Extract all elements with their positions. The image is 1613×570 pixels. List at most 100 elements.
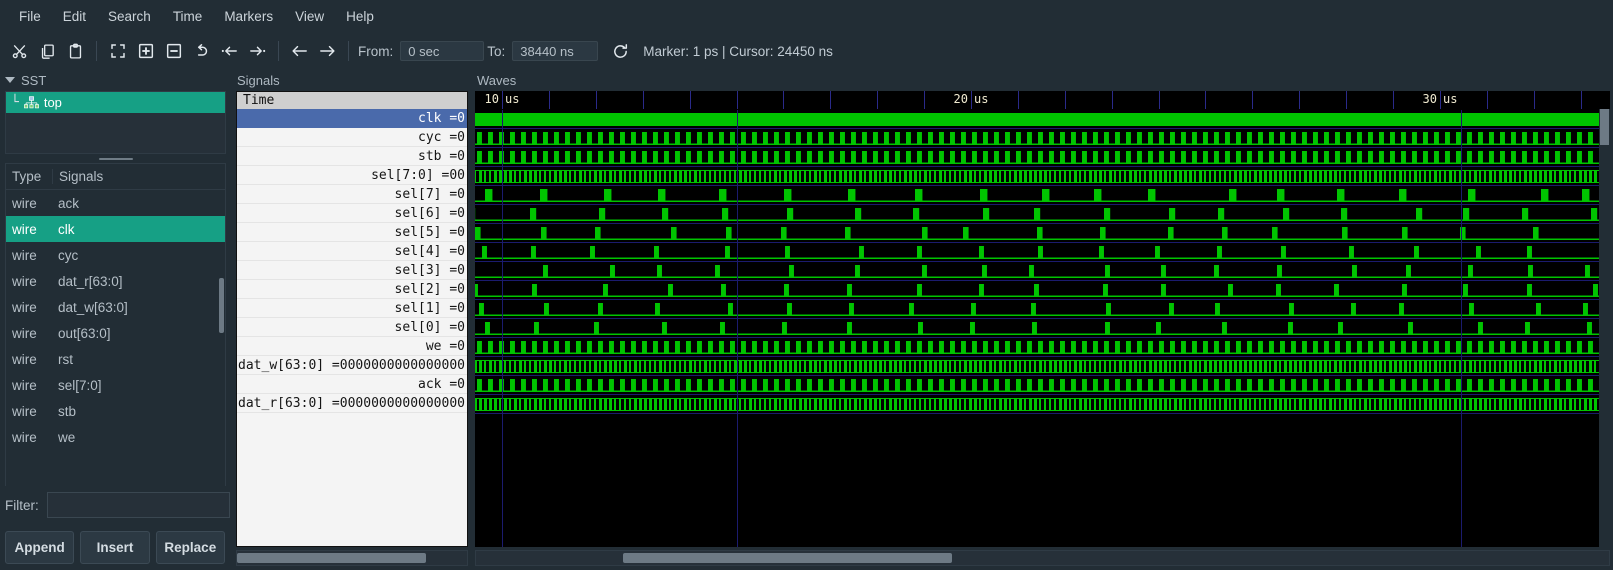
waves-container: 10 us 20 us 30 us [475,91,1610,547]
ruler-tick [830,91,831,109]
signal-list-vscrollbar[interactable] [219,278,224,333]
signals-pane-title: Signals [237,72,280,88]
ruler-tick [1112,91,1113,109]
menu-item-file[interactable]: File [8,5,52,28]
signal-type: wire [12,351,37,367]
names-hscrollbar[interactable] [236,550,468,566]
paste-button[interactable] [62,38,89,65]
signal-name: clk [58,221,75,237]
reload-button[interactable] [607,38,634,65]
waveform-row[interactable] [475,243,1610,262]
waveform-trace-sel[4] [475,246,1605,259]
waveform-row[interactable] [475,281,1610,300]
waveform-trace-sel[7:0] [475,170,1605,183]
signal-name-row[interactable]: sel[4] =0 [237,242,467,261]
next-edge-button[interactable] [314,38,341,65]
names-hscrollbar-thumb[interactable] [237,553,426,563]
waveform-row[interactable] [475,300,1610,319]
signal-names-pane: Signals Time clk =0 cyc =0 stb =0 sel[7:0] … [232,69,472,570]
waves-hscrollbar-thumb[interactable] [623,553,952,563]
waveform-row[interactable] [475,319,1610,338]
signal-list-row[interactable]: wire ack [6,190,225,216]
signal-name-row[interactable]: dat_w[63:0] =0000000000000000 [237,356,467,375]
marker-line-b[interactable] [737,110,738,547]
toolbar-divider-3 [348,41,349,61]
zoom-in-button[interactable] [132,38,159,65]
waveform-row[interactable] [475,167,1610,186]
signal-names-list[interactable]: clk =0 cyc =0 stb =0 sel[7:0] =00 sel[7] =0 s… [237,109,467,546]
menu-item-edit[interactable]: Edit [52,5,97,28]
signal-list-row[interactable]: wire cyc [6,242,225,268]
signal-list-row[interactable]: wire dat_r[63:0] [6,268,225,294]
insert-button[interactable]: Insert [80,530,150,564]
signal-name-row[interactable]: sel[3] =0 [237,261,467,280]
ruler-label-value: 20 [953,92,968,106]
time-ruler[interactable]: 10 us 20 us 30 us [475,91,1610,110]
waveform-row[interactable] [475,376,1610,395]
cut-button[interactable] [6,38,33,65]
zoom-left-edge-button[interactable] [216,38,243,65]
waveform-trace-clk [475,113,1605,126]
filter-input[interactable] [46,492,230,518]
append-button[interactable]: Append [5,530,75,564]
sst-tree: └ top [5,91,226,154]
sst-tree-item-top[interactable]: └ top [6,92,225,113]
menu-item-search[interactable]: Search [97,5,162,28]
signal-name-row[interactable]: we =0 [237,337,467,356]
sst-header[interactable]: SST [0,69,232,91]
waveform-row[interactable] [475,205,1610,224]
signal-name-row[interactable]: sel[7] =0 [237,185,467,204]
signal-list-row[interactable]: wire clk [6,216,225,242]
waveform-row[interactable] [475,395,1610,414]
menu-item-time[interactable]: Time [162,5,214,28]
signal-name-row[interactable]: sel[7:0] =00 [237,166,467,185]
prev-edge-button[interactable] [286,38,313,65]
menu-item-help[interactable]: Help [335,5,385,28]
signal-name-row[interactable]: clk =0 [237,109,467,128]
signal-list-body[interactable]: wire ack wire clk wire cyc wire dat_r[63:0] wire… [6,190,225,486]
menu-item-view[interactable]: View [284,5,335,28]
waveform-row[interactable] [475,186,1610,205]
waveform-row[interactable] [475,110,1610,129]
copy-button[interactable] [34,38,61,65]
signal-name-row[interactable]: sel[0] =0 [237,318,467,337]
signal-name-row[interactable]: ack =0 [237,375,467,394]
pane-resize-grip[interactable] [0,154,232,163]
waveform-row[interactable] [475,262,1610,281]
waveform-canvas[interactable] [475,110,1610,547]
menu-item-markers[interactable]: Markers [213,5,284,28]
signal-list-row[interactable]: wire sel[7:0] [6,372,225,398]
zoom-out-button[interactable] [160,38,187,65]
signal-list-row[interactable]: wire we [6,424,225,450]
reload-icon [612,43,629,60]
waves-vscrollbar[interactable] [1599,109,1610,547]
signal-list-row[interactable]: wire rst [6,346,225,372]
replace-button[interactable]: Replace [155,530,225,564]
waveform-row[interactable] [475,148,1610,167]
signal-name-row[interactable]: dat_r[63:0] =0000000000000000 [237,394,467,413]
marker-line-c[interactable] [1461,110,1462,547]
signal-list-row[interactable]: wire dat_w[63:0] [6,294,225,320]
waveform-row[interactable] [475,357,1610,376]
to-input[interactable]: 38440 ns [512,41,599,61]
waveform-row[interactable] [475,129,1610,148]
signal-name-row[interactable]: sel[6] =0 [237,204,467,223]
time-column-header: Time [237,92,467,109]
zoom-right-edge-button[interactable] [244,38,271,65]
to-label: To: [487,43,506,59]
signal-name-row[interactable]: stb =0 [237,147,467,166]
zoom-undo-button[interactable] [188,38,215,65]
signal-name-row[interactable]: cyc =0 [237,128,467,147]
signal-list-row[interactable]: wire out[63:0] [6,320,225,346]
waveform-row[interactable] [475,338,1610,357]
waves-hscrollbar[interactable] [475,550,1610,566]
signal-name-row[interactable]: sel[5] =0 [237,223,467,242]
signal-name-row[interactable]: sel[2] =0 [237,280,467,299]
zoom-fit-button[interactable] [104,38,131,65]
marker-line-a[interactable] [502,110,503,547]
gtkwave-window: File Edit Search Time Markers View Help [0,0,1613,570]
signal-name-row[interactable]: sel[1] =0 [237,299,467,318]
waveform-row[interactable] [475,224,1610,243]
from-input[interactable]: 0 sec [400,41,485,61]
signal-list-row[interactable]: wire stb [6,398,225,424]
